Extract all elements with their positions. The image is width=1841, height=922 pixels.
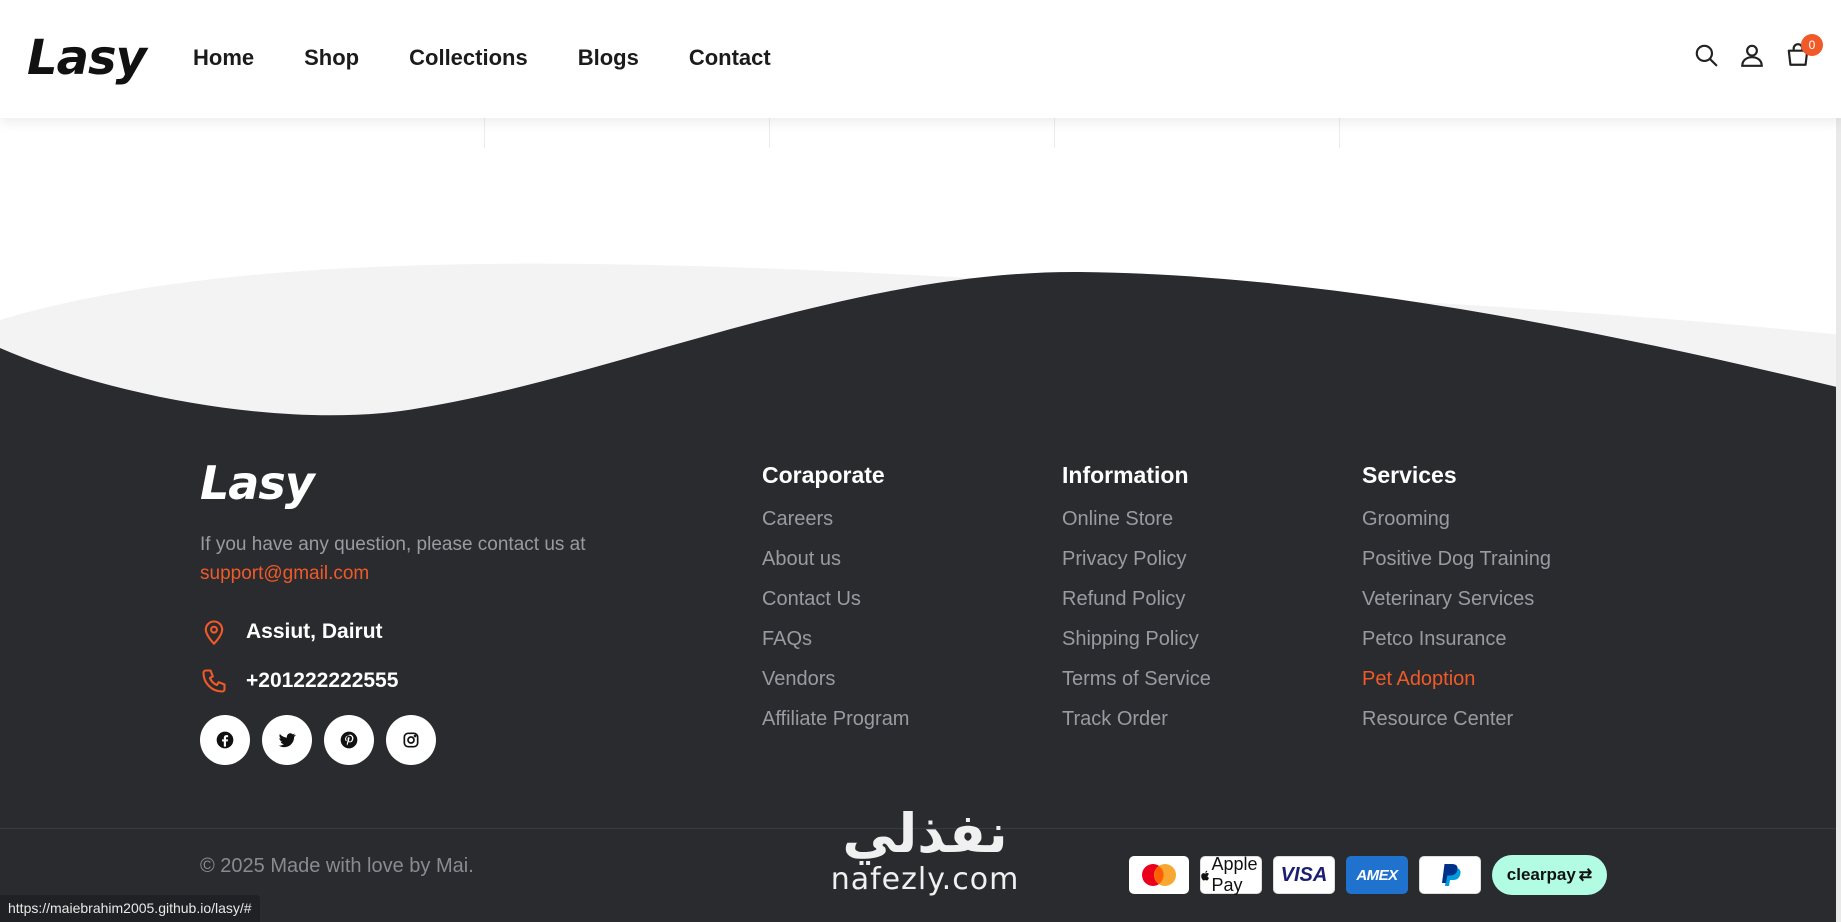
footer-link-resource-center[interactable]: Resource Center: [1362, 706, 1551, 732]
nav-collections[interactable]: Collections: [409, 44, 528, 72]
pinterest-icon[interactable]: [324, 715, 374, 765]
amex-icon: AMEX: [1346, 856, 1408, 894]
address-row: Assiut, Dairut: [200, 618, 383, 646]
amex-label: AMEX: [1356, 866, 1398, 884]
payment-methods: Apple Pay VISA AMEX clearpay ⇄: [1129, 854, 1607, 895]
footer-link-privacy-policy[interactable]: Privacy Policy: [1062, 546, 1211, 572]
instagram-icon[interactable]: [386, 715, 436, 765]
twitter-icon[interactable]: [262, 715, 312, 765]
apple-pay-label: Apple Pay: [1211, 854, 1258, 895]
contact-prompt: If you have any question, please contact…: [200, 534, 586, 555]
column-title: Information: [1062, 462, 1189, 488]
search-icon[interactable]: [1693, 42, 1719, 68]
shopping-bag-icon[interactable]: 0: [1785, 34, 1823, 68]
paypal-icon: [1419, 856, 1481, 894]
footer-link-positive-dog-training[interactable]: Positive Dog Training: [1362, 546, 1551, 572]
social-links: [200, 715, 436, 765]
user-icon[interactable]: [1739, 42, 1765, 68]
clearpay-arrows-icon: ⇄: [1578, 867, 1593, 884]
footer-column-information: Information Online Store Privacy Policy …: [1062, 460, 1211, 746]
watermark-arabic: نفذلي: [842, 802, 1008, 865]
location-pin-icon: [204, 620, 224, 646]
watermark: نفذلي nafezly.com: [810, 805, 1040, 897]
watermark-latin: nafezly.com: [830, 862, 1020, 897]
address-text: Assiut, Dairut: [246, 620, 383, 643]
footer-link-refund-policy[interactable]: Refund Policy: [1062, 586, 1211, 612]
phone-text[interactable]: +201222222555: [246, 669, 398, 693]
visa-icon: VISA: [1273, 856, 1335, 894]
phone-icon: [202, 669, 226, 693]
footer-link-petco-insurance[interactable]: Petco Insurance: [1362, 626, 1551, 652]
grid-divider: [769, 118, 770, 148]
footer-column-services: Services Grooming Positive Dog Training …: [1362, 460, 1551, 746]
mastercard-icon: [1129, 856, 1189, 894]
site-header: Lasy Home Shop Collections Blogs Contact…: [0, 0, 1841, 118]
footer-link-faqs[interactable]: FAQs: [762, 626, 909, 652]
nav-blogs[interactable]: Blogs: [578, 44, 639, 72]
footer-link-careers[interactable]: Careers: [762, 506, 909, 532]
grid-divider: [1054, 118, 1055, 148]
footer-link-vendors[interactable]: Vendors: [762, 666, 909, 692]
footer-link-terms-of-service[interactable]: Terms of Service: [1062, 666, 1211, 692]
footer-link-contact-us[interactable]: Contact Us: [762, 586, 909, 612]
footer-link-pet-adoption[interactable]: Pet Adoption: [1362, 666, 1551, 692]
footer-logo[interactable]: Lasy: [200, 455, 315, 511]
visa-label: VISA: [1280, 863, 1328, 886]
footer-link-shipping-policy[interactable]: Shipping Policy: [1062, 626, 1211, 652]
footer-contact-text: If you have any question, please contact…: [200, 530, 620, 588]
clearpay-label: clearpay: [1506, 865, 1576, 884]
column-title: Coraporate: [762, 462, 885, 488]
support-email-link[interactable]: support@gmail.com: [200, 563, 369, 584]
nav-contact[interactable]: Contact: [689, 44, 771, 72]
scrollbar[interactable]: [1836, 0, 1841, 922]
status-bar-url: https://maiebrahim2005.github.io/lasy/#: [0, 895, 260, 922]
footer-link-affiliate-program[interactable]: Affiliate Program: [762, 706, 909, 732]
grid-divider: [484, 118, 485, 148]
logo[interactable]: Lasy: [27, 28, 147, 88]
phone-row: +201222222555: [200, 667, 398, 695]
column-title: Services: [1362, 462, 1457, 488]
nav-shop[interactable]: Shop: [304, 44, 359, 72]
nav-home[interactable]: Home: [193, 44, 254, 72]
facebook-icon[interactable]: [200, 715, 250, 765]
footer-link-online-store[interactable]: Online Store: [1062, 506, 1211, 532]
copyright-text: © 2025 Made with love by Mai.: [200, 855, 474, 877]
cart-count-badge: 0: [1801, 34, 1823, 56]
clearpay-icon: clearpay ⇄: [1492, 855, 1607, 895]
footer-link-track-order[interactable]: Track Order: [1062, 706, 1211, 732]
footer-link-about-us[interactable]: About us: [762, 546, 909, 572]
main-nav: Home Shop Collections Blogs Contact: [193, 44, 771, 72]
apple-pay-icon: Apple Pay: [1200, 854, 1262, 895]
header-actions: 0: [1693, 34, 1823, 68]
footer-wave: [0, 263, 1841, 430]
grid-divider: [1339, 118, 1340, 148]
footer-link-grooming[interactable]: Grooming: [1362, 506, 1551, 532]
footer-column-corporate: Coraporate Careers About us Contact Us F…: [762, 460, 909, 746]
footer-link-veterinary-services[interactable]: Veterinary Services: [1362, 586, 1551, 612]
